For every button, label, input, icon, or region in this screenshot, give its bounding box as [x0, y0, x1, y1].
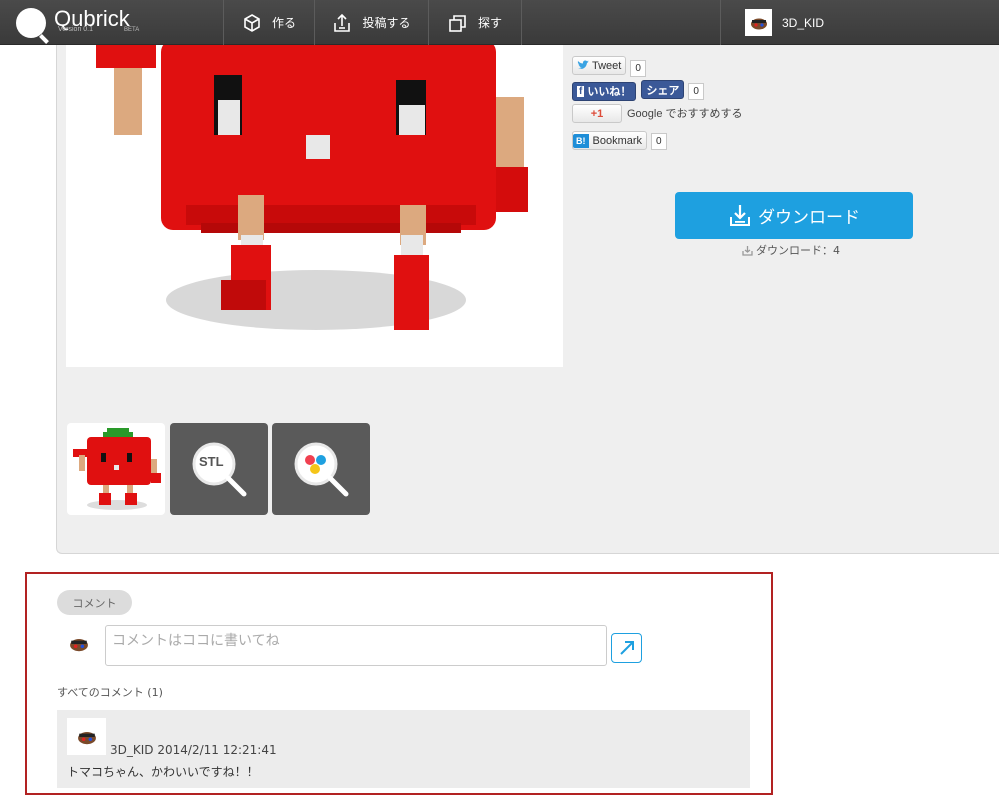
tweet-label: Tweet: [592, 59, 622, 72]
comment-meta: 3D_KID 2014/2/11 12:21:41: [110, 743, 277, 757]
color-preview-button[interactable]: [272, 423, 370, 515]
twitter-bird-icon: [577, 60, 589, 69]
facebook-widget: f いいね！ シェア 0: [572, 80, 704, 101]
stl-magnifier-icon: [192, 442, 247, 497]
comment-section: コメント すべてのコメント (1) 3D_KID 2014/2/11 12:21…: [25, 572, 773, 795]
all-comments-heading: すべてのコメント (1): [57, 686, 163, 699]
tweet-count: 0: [630, 60, 646, 77]
comment-input[interactable]: [105, 625, 607, 666]
comment-submit-button[interactable]: [611, 633, 642, 663]
comment-user-avatar: [69, 636, 89, 655]
google-plus-widget: +1 Google でおすすめする: [572, 104, 743, 123]
tomato-thumbnail-image: [73, 428, 161, 510]
nav-post[interactable]: 投稿する: [315, 0, 428, 45]
tweet-widget: Tweet 0: [572, 56, 646, 77]
nav-search[interactable]: 探す: [429, 0, 521, 45]
logo[interactable]: Qubrick: [16, 6, 130, 40]
facebook-icon: f: [577, 85, 585, 97]
nav-post-label: 投稿する: [362, 16, 411, 30]
stl-preview-button[interactable]: STL: [170, 423, 268, 515]
user-menu[interactable]: 3D_KID: [745, 9, 824, 36]
hatena-bookmark-widget: B! Bookmark 0: [572, 131, 667, 150]
download-button[interactable]: ダウンロード: [675, 192, 913, 239]
arrow-up-right-icon: [619, 641, 634, 655]
download-icon: [730, 204, 750, 226]
color-magnifier-icon: [294, 442, 349, 497]
bookmark-label: Bookmark: [592, 134, 643, 147]
user-name: 3D_KID: [782, 15, 825, 30]
download-button-label: ダウンロード: [758, 208, 860, 228]
top-navbar: Qubrick Version 0.1 BETA 作る 投稿する 探す 3D_K…: [0, 0, 999, 45]
comment-author[interactable]: 3D_KID: [110, 743, 154, 757]
upload-icon: [334, 13, 351, 32]
facebook-like-button[interactable]: f いいね！: [572, 81, 637, 101]
facebook-like-label: いいね！: [587, 86, 632, 98]
logo-version: Version 0.1: [58, 26, 94, 33]
facebook-share-label: シェア: [646, 84, 680, 97]
comment-date: 2014/2/11 12:21:41: [157, 743, 277, 757]
nav-divider: [521, 0, 522, 45]
comment-text: トマコちゃん、かわいいですね！！: [67, 765, 259, 779]
download-count-text: ダウンロード：4: [756, 244, 840, 257]
logo-beta: BETA: [124, 27, 140, 33]
google-plus-button[interactable]: +1: [572, 104, 622, 123]
avatar-face-icon: [750, 18, 767, 29]
facebook-share-button[interactable]: シェア: [641, 80, 685, 99]
download-count: ダウンロード：4: [742, 242, 840, 258]
tweet-button[interactable]: Tweet: [572, 56, 627, 75]
cube-icon: [244, 13, 260, 32]
bookmark-count: 0: [651, 132, 667, 150]
avatar: [745, 9, 772, 36]
facebook-count: 0: [688, 82, 704, 100]
hatena-bookmark-button[interactable]: B! Bookmark: [572, 131, 648, 150]
comment-item: 3D_KID 2014/2/11 12:21:41 トマコちゃん、かわいいですね…: [57, 710, 750, 788]
avatar-face-icon: [70, 639, 88, 652]
tomato-character-render: [96, 45, 528, 330]
avatar: [67, 718, 106, 755]
model-preview-image: [66, 45, 563, 367]
google-plus-text: Google でおすすめする: [627, 107, 743, 120]
nav-divider: [720, 0, 721, 45]
avatar-face-icon: [77, 731, 96, 744]
download-small-icon: [742, 245, 753, 256]
windows-icon: [449, 14, 466, 32]
thumbnail-model[interactable]: [67, 423, 165, 515]
nav-make-label: 作る: [271, 16, 296, 30]
logo-mark-icon: [16, 8, 46, 38]
nav-search-label: 探す: [477, 16, 502, 30]
stl-label: STL: [199, 454, 224, 469]
hatena-bookmark-icon: B!: [573, 133, 589, 148]
nav-make[interactable]: 作る: [224, 0, 314, 45]
google-plus-label: +1: [590, 107, 604, 120]
comment-tab[interactable]: コメント: [57, 590, 132, 615]
